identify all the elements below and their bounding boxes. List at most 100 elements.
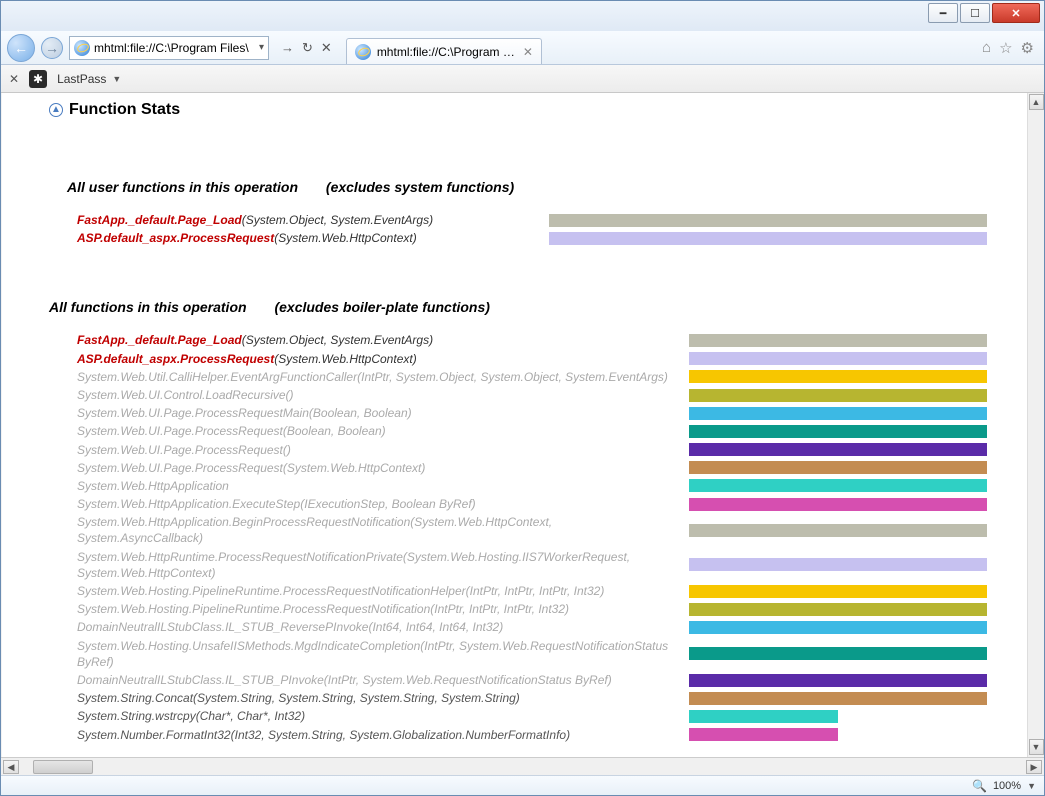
status-bar: 🔍 100% ▼ [1, 775, 1044, 795]
function-bar [549, 214, 987, 227]
favorites-icon[interactable]: ☆ [999, 39, 1012, 57]
function-bar-cell [689, 585, 987, 598]
tools-gear-icon[interactable]: ⚙ [1021, 39, 1034, 57]
function-row: System.String.Concat(System.String, Syst… [49, 689, 987, 707]
function-bar [689, 647, 987, 660]
tab-strip: mhtml:file://C:\Program Fil... ✕ [346, 31, 976, 64]
browser-window: ━ ☐ ✕ ← → ▾ → ↻ ✕ mhtml:file://C:\Progra… [0, 0, 1045, 796]
chevron-down-icon[interactable]: ▼ [1027, 781, 1036, 791]
function-label: System.Web.Hosting.UnsafeIISMethods.MgdI… [49, 638, 689, 670]
scroll-thumb[interactable] [33, 760, 93, 774]
function-label: System.String.Concat(System.String, Syst… [49, 690, 689, 706]
function-bar-cell [689, 389, 987, 402]
function-bar [689, 389, 987, 402]
function-label: System.Web.UI.Page.ProcessRequest(System… [49, 460, 689, 476]
function-row: FastApp._default.Page_Load(System.Object… [49, 211, 987, 229]
forward-button[interactable]: → [41, 37, 63, 59]
function-label: System.Web.Util.CalliHelper.EventArgFunc… [49, 369, 689, 385]
address-actions: → ↻ ✕ [281, 40, 332, 56]
function-bar-cell [689, 479, 987, 492]
function-bar-cell [689, 370, 987, 383]
function-bar [689, 585, 987, 598]
function-label: System.Web.Hosting.PipelineRuntime.Proce… [49, 583, 689, 599]
function-row: System.Web.UI.Control.LoadRecursive() [49, 386, 987, 404]
function-label: ASP.default_aspx.ProcessRequest(System.W… [49, 351, 689, 367]
refresh-icon[interactable]: ↻ [302, 40, 313, 56]
close-toolbar-icon[interactable]: ✕ [9, 72, 19, 86]
ie-icon [355, 44, 371, 60]
function-label: DomainNeutralILStubClass.IL_STUB_PInvoke… [49, 672, 689, 688]
title-bar: ━ ☐ ✕ [1, 1, 1044, 31]
function-row: System.Web.UI.Page.ProcessRequest(Boolea… [49, 422, 987, 440]
function-bar-cell [549, 214, 987, 227]
function-row: ASP.default_aspx.ProcessRequest(System.W… [49, 350, 987, 368]
scroll-left-arrow-icon[interactable]: ◀ [3, 760, 19, 774]
zoom-icon[interactable]: 🔍 [972, 779, 987, 793]
home-icon[interactable]: ⌂ [982, 39, 991, 57]
function-label: System.Web.HttpApplication.ExecuteStep(I… [49, 496, 689, 512]
back-button[interactable]: ← [7, 34, 35, 62]
function-bar [689, 692, 987, 705]
collapse-toggle-icon[interactable]: ▲ [49, 103, 63, 117]
lastpass-label[interactable]: LastPass [57, 72, 106, 86]
scroll-right-arrow-icon[interactable]: ▶ [1026, 760, 1042, 774]
function-bar-cell [689, 647, 987, 660]
function-bar [689, 407, 987, 420]
function-bar-cell [689, 710, 987, 723]
function-row: ASP.default_aspx.ProcessRequest(System.W… [49, 229, 987, 247]
function-row: System.Web.UI.Page.ProcessRequest(System… [49, 459, 987, 477]
tab-title: mhtml:file://C:\Program Fil... [377, 45, 517, 59]
maximize-button[interactable]: ☐ [960, 3, 990, 23]
minimize-button[interactable]: ━ [928, 3, 958, 23]
function-bar-cell [689, 692, 987, 705]
function-bar [689, 603, 987, 616]
function-bar [689, 524, 987, 537]
function-bar-cell [689, 674, 987, 687]
function-bar [689, 710, 838, 723]
chevron-down-icon[interactable]: ▾ [259, 42, 264, 53]
function-label: System.Web.UI.Control.LoadRecursive() [49, 387, 689, 403]
arrow-left-icon: ← [14, 40, 28, 56]
function-bar [689, 498, 987, 511]
chevron-down-icon[interactable]: ▼ [112, 74, 121, 84]
browser-tab[interactable]: mhtml:file://C:\Program Fil... ✕ [346, 38, 542, 64]
function-bar [689, 728, 838, 741]
function-row: FastApp._default.Page_Load(System.Object… [49, 331, 987, 349]
function-bar-cell [689, 524, 987, 537]
function-bar [689, 674, 987, 687]
user-functions-table: FastApp._default.Page_Load(System.Object… [49, 211, 987, 247]
function-bar [689, 370, 987, 383]
function-bar [689, 352, 987, 365]
function-label: System.Web.HttpApplication [49, 478, 689, 494]
chrome-tool-icons: ⌂ ☆ ⚙ [982, 39, 1038, 57]
section-title-text: Function Stats [69, 101, 180, 119]
function-bar [689, 425, 987, 438]
function-bar [689, 461, 987, 474]
content-viewport: ▲ Function Stats All user functions in t… [1, 93, 1044, 757]
function-bar [689, 558, 987, 571]
function-row: System.String.wstrcpy(Char*, Char*, Int3… [49, 707, 987, 725]
function-bar-cell [689, 621, 987, 634]
zoom-level-label: 100% [993, 780, 1021, 792]
horizontal-scrollbar[interactable]: ◀ ▶ [1, 757, 1044, 775]
function-row: System.Web.HttpApplication.BeginProcessR… [49, 513, 987, 547]
all-functions-heading: All functions in this operation (exclude… [49, 299, 987, 315]
address-input[interactable] [94, 41, 255, 55]
scroll-up-arrow-icon[interactable]: ▲ [1029, 94, 1044, 110]
function-bar-cell [689, 558, 987, 571]
user-functions-heading: All user functions in this operation (ex… [67, 179, 987, 195]
function-bar [549, 232, 987, 245]
vertical-scrollbar[interactable]: ▲ ▼ [1027, 93, 1044, 757]
close-tab-icon[interactable]: ✕ [523, 45, 533, 59]
scroll-down-arrow-icon[interactable]: ▼ [1029, 739, 1044, 755]
close-button[interactable]: ✕ [992, 3, 1040, 23]
page-body: ▲ Function Stats All user functions in t… [1, 93, 1011, 744]
stop-icon[interactable]: ✕ [321, 40, 332, 56]
lastpass-icon[interactable]: ✱ [29, 70, 47, 88]
go-arrow-icon[interactable]: → [281, 40, 294, 55]
address-bar[interactable]: ▾ [69, 36, 269, 60]
function-label: DomainNeutralILStubClass.IL_STUB_Reverse… [49, 619, 689, 635]
function-row: System.Web.Util.CalliHelper.EventArgFunc… [49, 368, 987, 386]
function-row: System.Web.Hosting.PipelineRuntime.Proce… [49, 600, 987, 618]
function-row: System.Web.UI.Page.ProcessRequest() [49, 441, 987, 459]
